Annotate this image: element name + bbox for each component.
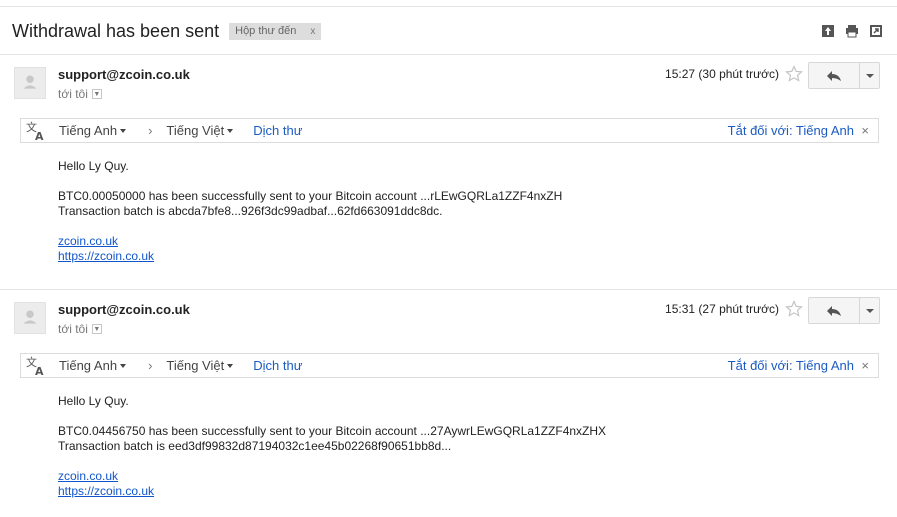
zcoin-https-link[interactable]: https://zcoin.co.uk bbox=[58, 484, 154, 498]
thread-toolbar bbox=[821, 24, 883, 38]
zcoin-https-link[interactable]: https://zcoin.co.uk bbox=[58, 249, 154, 263]
chevron-down-icon bbox=[865, 73, 874, 78]
reply-button[interactable] bbox=[809, 63, 860, 88]
avatar bbox=[14, 67, 46, 99]
print-icon[interactable] bbox=[845, 24, 859, 38]
body-line: BTC0.00050000 has been successfully sent… bbox=[58, 189, 563, 203]
star-icon[interactable] bbox=[785, 300, 803, 318]
top-divider bbox=[0, 6, 897, 7]
zcoin-link[interactable]: zcoin.co.uk bbox=[58, 469, 118, 483]
translate-icon: 文 A bbox=[26, 120, 44, 142]
more-options-button[interactable] bbox=[860, 63, 879, 88]
more-options-button[interactable] bbox=[860, 298, 879, 323]
translate-icon: 文 A bbox=[26, 355, 44, 377]
label-remove-button[interactable]: x bbox=[310, 23, 315, 40]
translate-bar: 文 A Tiếng Anh › Tiếng Việt Dịch thư Tắt … bbox=[20, 353, 879, 378]
reply-button[interactable] bbox=[809, 298, 860, 323]
svg-text:A: A bbox=[35, 365, 44, 377]
greeting-text: Hello Ly Quy. bbox=[58, 159, 129, 173]
message-time: 15:31 (27 phút trước) bbox=[665, 302, 779, 316]
close-icon[interactable]: × bbox=[861, 123, 869, 138]
sender-email[interactable]: support@zcoin.co.uk bbox=[58, 302, 190, 317]
body-line: Transaction batch is eed3df99832d8719403… bbox=[58, 439, 452, 453]
turn-off-translation-link[interactable]: Tắt đối với: Tiếng Anh bbox=[728, 358, 854, 373]
chevron-down-icon[interactable]: ▼ bbox=[91, 324, 102, 334]
arrow-right-icon: › bbox=[148, 358, 153, 373]
sender-email[interactable]: support@zcoin.co.uk bbox=[58, 67, 190, 82]
recipient-text: tới tôi bbox=[58, 322, 88, 336]
chevron-down-icon[interactable]: ▼ bbox=[91, 89, 102, 99]
source-language-select[interactable]: Tiếng Anh bbox=[59, 358, 127, 373]
target-language-select[interactable]: Tiếng Việt bbox=[166, 123, 234, 138]
body-line: Transaction batch is abcda7bfe8...926f3d… bbox=[58, 204, 443, 218]
source-language-label: Tiếng Anh bbox=[59, 123, 118, 138]
chevron-down-icon bbox=[865, 308, 874, 313]
svg-text:A: A bbox=[35, 130, 44, 142]
body-line: BTC0.04456750 has been successfully sent… bbox=[58, 424, 607, 438]
star-icon[interactable] bbox=[785, 65, 803, 83]
source-language-label: Tiếng Anh bbox=[59, 358, 118, 373]
message-2: support@zcoin.co.uk tới tôi ▼ 15:31 (27 … bbox=[0, 290, 897, 517]
person-icon bbox=[23, 75, 37, 89]
reply-icon bbox=[827, 305, 841, 316]
person-icon bbox=[23, 310, 37, 324]
greeting-text: Hello Ly Quy. bbox=[58, 394, 129, 408]
target-language-label: Tiếng Việt bbox=[166, 358, 225, 373]
avatar bbox=[14, 302, 46, 334]
message-time: 15:27 (30 phút trước) bbox=[665, 67, 779, 81]
chevron-down-icon bbox=[227, 128, 234, 133]
reply-button-group bbox=[808, 62, 880, 89]
translate-bar: 文 A Tiếng Anh › Tiếng Việt Dịch thư Tắt … bbox=[20, 118, 879, 143]
recipient-line[interactable]: tới tôi ▼ bbox=[58, 87, 102, 101]
close-icon[interactable]: × bbox=[861, 358, 869, 373]
turn-off-translation-link[interactable]: Tắt đối với: Tiếng Anh bbox=[728, 123, 854, 138]
target-language-label: Tiếng Việt bbox=[166, 123, 225, 138]
new-window-icon[interactable] bbox=[869, 24, 883, 38]
chevron-down-icon bbox=[120, 363, 127, 368]
reply-icon bbox=[827, 70, 841, 81]
email-subject: Withdrawal has been sent bbox=[12, 20, 220, 41]
message-body: Hello Ly Quy. BTC0.00050000 has been suc… bbox=[58, 159, 562, 264]
archive-icon[interactable] bbox=[821, 24, 835, 38]
recipient-text: tới tôi bbox=[58, 87, 88, 101]
label-name: Hộp thư đến bbox=[235, 24, 297, 37]
chevron-down-icon bbox=[120, 128, 127, 133]
translate-message-link[interactable]: Dịch thư bbox=[253, 123, 302, 138]
message-1: support@zcoin.co.uk tới tôi ▼ 15:27 (30 … bbox=[0, 55, 897, 290]
reply-button-group bbox=[808, 297, 880, 324]
subject-row: Withdrawal has been sent Hộp thư đến x bbox=[12, 18, 322, 44]
chevron-down-icon bbox=[227, 363, 234, 368]
target-language-select[interactable]: Tiếng Việt bbox=[166, 358, 234, 373]
translate-message-link[interactable]: Dịch thư bbox=[253, 358, 302, 373]
message-body: Hello Ly Quy. BTC0.04456750 has been suc… bbox=[58, 394, 606, 499]
arrow-right-icon: › bbox=[148, 123, 153, 138]
recipient-line[interactable]: tới tôi ▼ bbox=[58, 322, 102, 336]
zcoin-link[interactable]: zcoin.co.uk bbox=[58, 234, 118, 248]
source-language-select[interactable]: Tiếng Anh bbox=[59, 123, 127, 138]
label-chip[interactable]: Hộp thư đến x bbox=[229, 22, 322, 40]
